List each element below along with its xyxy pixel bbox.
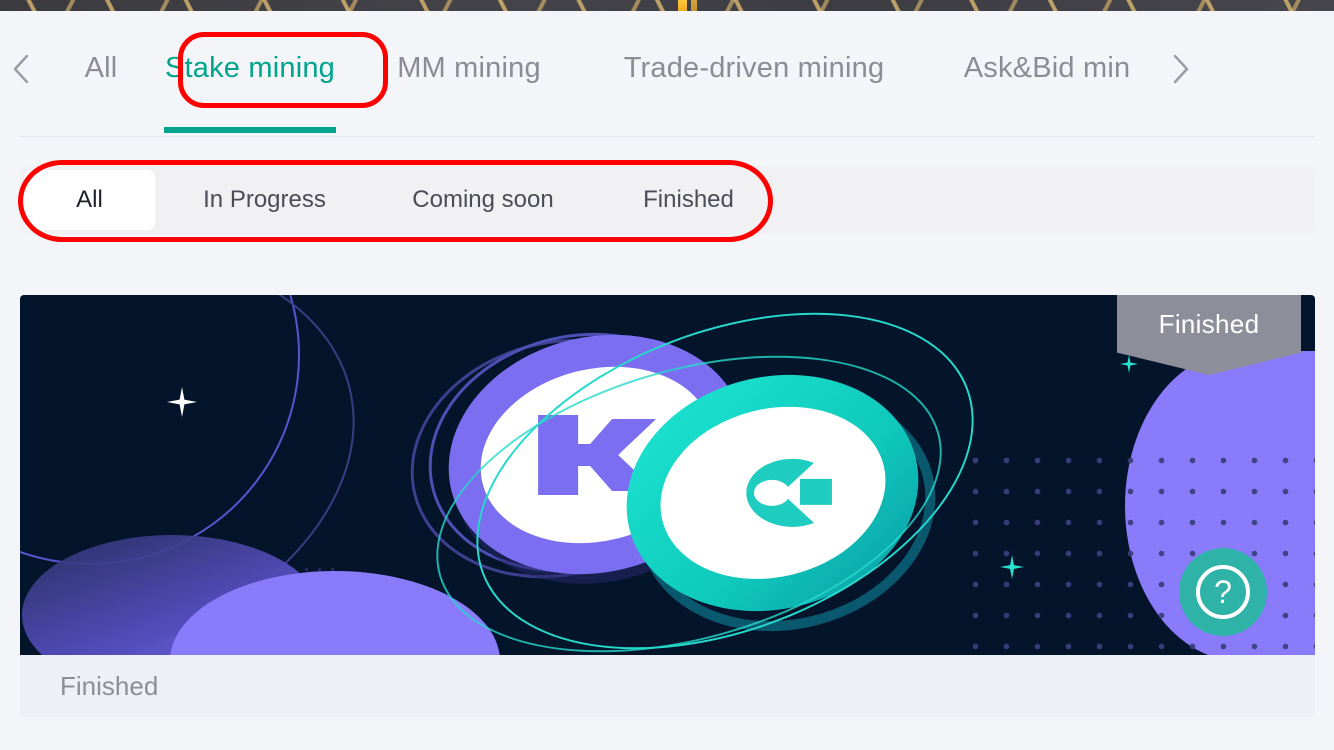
- coin-logo-cluster: [385, 295, 1138, 655]
- tab-mm-mining-label: MM mining: [397, 52, 541, 84]
- status-badge-label: Finished: [1158, 309, 1260, 339]
- promo-card-banner-image: Finished ?: [20, 295, 1315, 655]
- filter-pill-in-progress-label: In Progress: [203, 186, 326, 213]
- page-root: All Stake mining MM mining Trade-driven …: [0, 0, 1334, 750]
- help-button[interactable]: ?: [1179, 548, 1267, 636]
- banner-gold-accent-secondary: [691, 0, 697, 11]
- page-scroll-spacer: [20, 717, 1315, 750]
- tab-all[interactable]: All: [42, 11, 160, 126]
- category-tab-list: All Stake mining MM mining Trade-driven …: [0, 11, 1334, 133]
- tab-stake-mining[interactable]: Stake mining: [160, 11, 340, 133]
- tabbar-prev-arrow-icon[interactable]: [0, 54, 42, 84]
- top-promo-banner-strip[interactable]: [0, 0, 1334, 11]
- filter-pill-all[interactable]: All: [24, 170, 155, 230]
- tabbar-next-arrow-icon[interactable]: [1160, 54, 1202, 84]
- tab-all-label: All: [84, 52, 118, 84]
- tab-stake-mining-label: Stake mining: [164, 52, 336, 84]
- promo-card[interactable]: Finished ? Finished: [20, 295, 1315, 717]
- tab-trade-driven-mining-label: Trade-driven mining: [623, 52, 885, 84]
- filter-pill-all-label: All: [76, 186, 103, 213]
- tab-mm-mining[interactable]: MM mining: [340, 11, 598, 126]
- promo-card-footer: Finished: [20, 655, 1315, 717]
- filter-pill-in-progress[interactable]: In Progress: [155, 170, 374, 230]
- question-mark-icon: ?: [1196, 565, 1250, 619]
- filter-pill-coming-soon-label: Coming soon: [412, 186, 554, 213]
- tabbar-divider: [20, 136, 1315, 137]
- decorative-dot-grid: [960, 445, 1315, 655]
- tab-active-underline: [164, 127, 336, 133]
- status-filter-group: All In Progress Coming soon Finished: [20, 166, 1315, 234]
- filter-pill-coming-soon[interactable]: Coming soon: [374, 170, 592, 230]
- tab-ask-and-bid-mining[interactable]: Ask&Bid min: [910, 11, 1160, 126]
- promo-card-status-text: Finished: [60, 670, 159, 701]
- banner-gold-accent: [678, 0, 687, 11]
- category-tabbar: All Stake mining MM mining Trade-driven …: [0, 11, 1334, 137]
- filter-pill-finished-label: Finished: [643, 186, 734, 213]
- tab-ask-and-bid-mining-label: Ask&Bid min: [963, 52, 1131, 84]
- filter-pill-finished[interactable]: Finished: [592, 170, 785, 230]
- tab-trade-driven-mining[interactable]: Trade-driven mining: [598, 11, 910, 126]
